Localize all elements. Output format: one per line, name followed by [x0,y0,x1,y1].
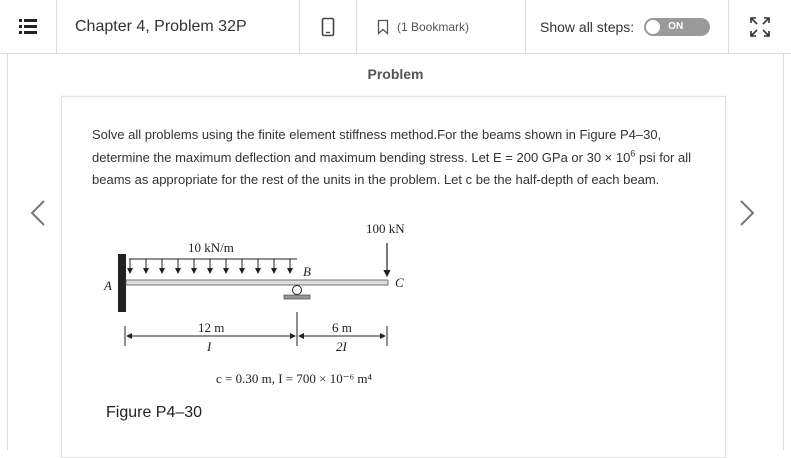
page-title: Chapter 4, Problem 32P [57,0,300,53]
left-rail [0,53,8,450]
chevron-left-icon[interactable] [30,200,46,226]
expand-icon [750,16,770,37]
span2-length-label: 6 m [332,320,352,335]
span1-inertia-label: I [206,339,212,354]
bookmark-icon [377,19,389,35]
node-c-label: C [395,275,404,290]
toggle-label: ON [668,20,684,32]
roller-ground [283,294,311,300]
section-properties-label: c = 0.30 m, I = 700 × 10⁻⁶ m⁴ [216,371,372,386]
top-toolbar: Chapter 4, Problem 32P (1 Bookmark) Show… [0,0,791,54]
show-steps-toggle[interactable]: ON [644,17,711,36]
bookmark-label: (1 Bookmark) [397,19,470,34]
right-rail [783,53,791,450]
show-steps-label: Show all steps: [540,18,635,35]
node-b-label: B [303,264,311,279]
distributed-load-label: 10 kN/m [188,240,234,255]
point-load-label: 100 kN [366,221,405,236]
problem-text: Solve all problems using the finite elem… [92,124,692,192]
problem-text-part1: Solve all problems using the finite elem… [92,127,662,165]
fixed-support [118,254,126,312]
beam [125,279,389,286]
toggle-knob [646,19,661,34]
span1-length-label: 12 m [198,320,224,335]
expand-button[interactable] [729,0,791,53]
roller-support [292,285,302,295]
problem-heading: Problem [367,66,424,82]
bookmark-button[interactable]: (1 Bookmark) [357,0,526,53]
chevron-right-icon[interactable] [739,200,755,226]
distributed-load-arrows [127,259,293,274]
figure-caption: Figure P4–30 [106,404,203,421]
phone-icon [321,17,335,36]
beam-figure: 100 kN 10 kN/m A B C 12 m I 6 m 2I c = 0… [103,221,405,386]
span2-inertia-label: 2I [336,339,348,354]
node-a-label: A [103,278,112,293]
mobile-view-button[interactable] [300,0,357,53]
menu-icon [19,18,37,35]
show-steps-control: Show all steps: ON [526,0,729,53]
menu-button[interactable] [0,0,57,53]
